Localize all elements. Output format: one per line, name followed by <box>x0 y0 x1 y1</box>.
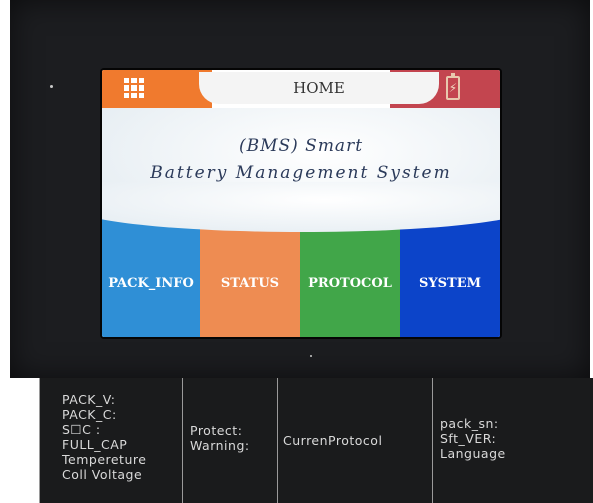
pack-voltage-label: PACK_V: <box>62 392 116 407</box>
protocol-column: CurrenProtocol <box>277 378 432 503</box>
dust-speck <box>50 85 53 88</box>
software-version-label: Sft_VER: <box>440 431 497 446</box>
header-left-bar <box>102 70 212 108</box>
full-capacity-label: FULL_CAP <box>62 437 128 452</box>
soc-label: S☐C : <box>62 422 101 437</box>
pack-sn-label: pack_sn: <box>440 416 499 431</box>
current-protocol-label: CurrenProtocol <box>283 433 383 448</box>
info-panel: PACK_V: PACK_C: S☐C : FULL_CAP Temperetu… <box>39 378 593 503</box>
banner-title: Battery Management System <box>150 163 452 183</box>
battery-charging-icon: ⚡ <box>446 73 460 100</box>
system-column: pack_sn: Sft_VER: Language <box>432 378 593 503</box>
warning-label: Warning: <box>190 438 250 453</box>
lcd-screen: HOME ⚡ (BMS) Smart Battery Management Sy… <box>102 70 500 337</box>
protect-label: Protect: <box>190 423 243 438</box>
banner-subtitle: (BMS) Smart <box>238 136 364 156</box>
home-title: HOME <box>199 72 439 104</box>
cell-voltage-label: Coll Voltage <box>62 467 143 482</box>
language-label: Language <box>440 446 506 461</box>
pack-info-column: PACK_V: PACK_C: S☐C : FULL_CAP Temperetu… <box>39 378 182 503</box>
status-column: Protect: Warning: <box>182 378 277 503</box>
grid-menu-icon[interactable] <box>124 78 144 98</box>
temperature-label: Tempereture <box>62 452 147 467</box>
banner-curve <box>102 182 500 232</box>
dust-speck <box>310 355 312 357</box>
pack-current-label: PACK_C: <box>62 407 117 422</box>
